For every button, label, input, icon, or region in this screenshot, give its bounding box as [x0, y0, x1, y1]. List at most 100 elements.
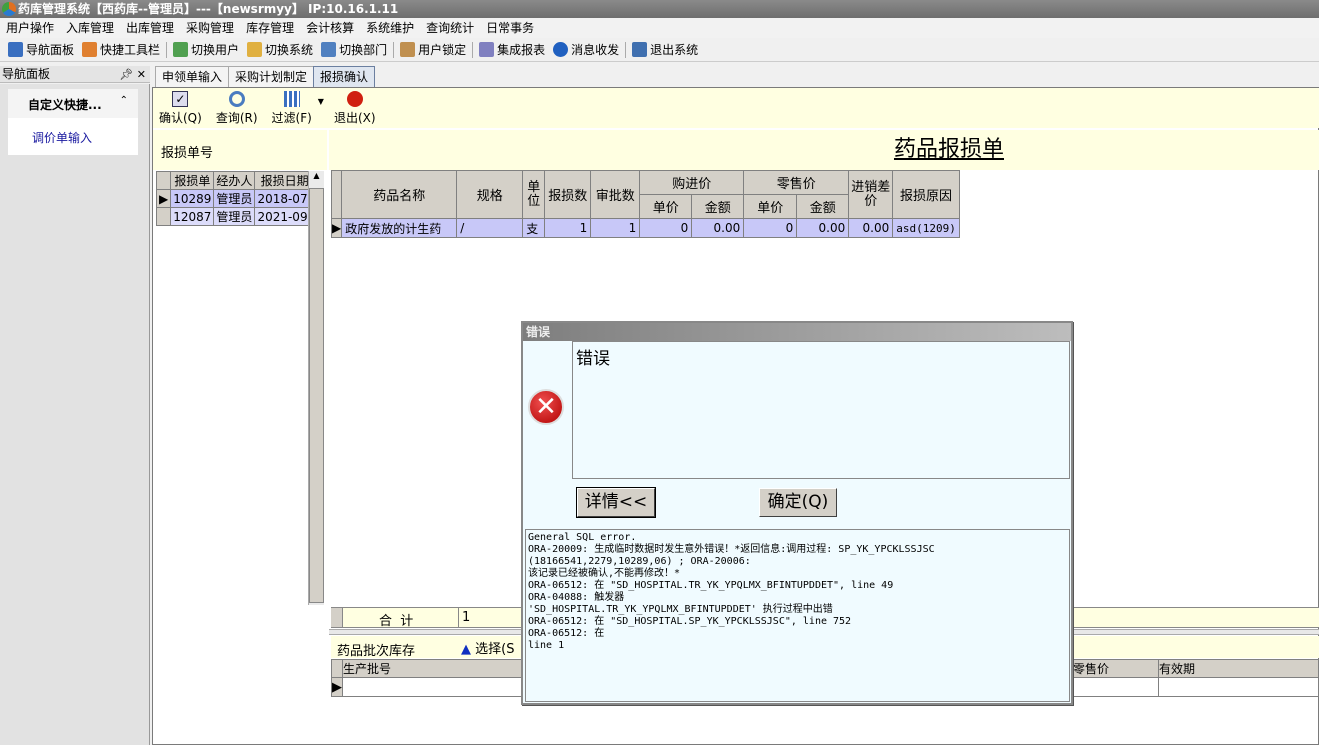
col-unit[interactable]: 单位 — [522, 170, 546, 219]
col-approved-qty[interactable]: 审批数 — [590, 170, 641, 219]
cell[interactable]: asd(1209) — [892, 218, 960, 238]
label: 用户锁定 — [418, 43, 467, 57]
switch-system-icon — [247, 42, 263, 57]
col-purchase-unit[interactable]: 单价 — [639, 194, 693, 219]
title-bar: 药库管理系统【西药库--管理员】---【newsrmyy】 IP:10.16.1… — [0, 0, 1319, 18]
confirm-button[interactable]: ✓ 确认(Q) — [159, 91, 202, 126]
cell[interactable]: 0.00 — [796, 218, 850, 238]
cell[interactable]: 0.00 — [691, 218, 745, 238]
indicator — [330, 170, 343, 219]
col-loss-qty[interactable]: 报损数 — [544, 170, 592, 219]
cell[interactable]: 12087 — [170, 207, 215, 226]
col-drug-name[interactable]: 药品名称 — [341, 170, 458, 219]
col-price-diff[interactable]: 进销差价 — [848, 170, 894, 219]
switch-user-button[interactable]: 切换用户 — [169, 41, 243, 58]
exit-system-button[interactable]: 退出系统 — [628, 41, 702, 58]
col-loss-no[interactable]: 报损单 — [170, 171, 215, 190]
menu-user[interactable]: 用户操作 — [0, 18, 60, 38]
pin-icon[interactable]: 📌︎ — [119, 68, 133, 81]
cell[interactable]: / — [456, 218, 524, 238]
col-retail-amount[interactable]: 金额 — [796, 194, 850, 219]
tab-purchase-plan[interactable]: 采购计划制定 — [228, 66, 315, 87]
checkbox-icon: ✓ — [172, 91, 189, 107]
label: 集成报表 — [497, 43, 546, 57]
vertical-scrollbar[interactable]: ▲ — [308, 171, 324, 605]
indicator — [331, 659, 343, 678]
quick-toolbar-icon — [82, 42, 98, 57]
menu-system[interactable]: 系统维护 — [360, 18, 420, 38]
cell[interactable]: 2021-09- — [254, 207, 315, 226]
table-row[interactable]: ▶ 10289 管理员 2018-07- — [155, 189, 315, 208]
cell[interactable]: 1 — [590, 218, 641, 238]
dropdown-arrow-icon[interactable]: ▼ — [318, 97, 324, 106]
cell[interactable]: 管理员 — [213, 189, 256, 208]
label: 选择(S — [475, 642, 515, 657]
error-details[interactable]: General SQL error. ORA-20009: 生成临时数据时发生意… — [525, 529, 1070, 702]
col-purchase-amount[interactable]: 金额 — [691, 194, 745, 219]
total-label: 合 计 — [379, 614, 414, 629]
nav-panel-icon — [8, 42, 23, 57]
cell[interactable]: 1 — [544, 218, 592, 238]
action-bar: ✓ 确认(Q) 查询(R) 过滤(F) ▼ 退出(X) — [153, 88, 1319, 128]
menu-bar: 用户操作 入库管理 出库管理 采购管理 库存管理 会计核算 系统维护 查询统计 日常事务 — [0, 18, 1319, 38]
switch-system-button[interactable]: 切换系统 — [243, 41, 317, 58]
refresh-icon — [228, 91, 245, 107]
cell[interactable] — [1072, 677, 1159, 697]
cell[interactable]: 政府发放的计生药 — [341, 218, 458, 238]
switch-dept-button[interactable]: 切换部门 — [317, 41, 391, 58]
info-icon — [553, 42, 569, 57]
label: 快捷工具栏 — [100, 43, 161, 57]
scroll-up-icon[interactable]: ▲ — [309, 171, 324, 180]
tab-loss-confirm[interactable]: 报损确认 — [313, 66, 376, 87]
table-row[interactable]: 12087 管理员 2021-09- — [155, 207, 315, 226]
close-icon[interactable]: ✕ — [137, 68, 146, 81]
menu-outbound[interactable]: 出库管理 — [120, 18, 180, 38]
cell[interactable]: 0 — [743, 218, 798, 238]
col-spec[interactable]: 规格 — [456, 170, 524, 219]
col-loss-reason[interactable]: 报损原因 — [892, 170, 960, 219]
menu-query[interactable]: 查询统计 — [420, 18, 480, 38]
cell[interactable] — [1158, 677, 1319, 697]
loss-number-label: 报损单号 — [153, 130, 327, 170]
collapse-icon[interactable]: ⌃ — [120, 95, 128, 106]
nav-panel — [0, 84, 150, 745]
user-lock-button[interactable]: 用户锁定 — [396, 41, 470, 58]
separator — [166, 41, 168, 58]
table-row[interactable]: ▶ 政府发放的计生药 / 支 1 1 0 0.00 0 0.00 0.00 as… — [330, 218, 960, 238]
menu-purchase[interactable]: 采购管理 — [180, 18, 240, 38]
cell[interactable]: 0 — [639, 218, 693, 238]
reports-button[interactable]: 集成报表 — [475, 41, 549, 58]
col-loss-date[interactable]: 报损日期 — [254, 171, 315, 190]
col-retail-unit[interactable]: 单价 — [743, 194, 798, 219]
details-button[interactable]: 详情<< — [576, 487, 656, 518]
nav-group-title[interactable]: 自定义快捷... — [28, 96, 102, 113]
scroll-thumb[interactable] — [309, 188, 324, 603]
cell[interactable]: 支 — [522, 218, 546, 238]
separator — [625, 41, 627, 58]
exit-icon — [632, 42, 648, 57]
menu-inbound[interactable]: 入库管理 — [60, 18, 120, 38]
cell[interactable]: 2018-07- — [254, 189, 315, 208]
filter-button[interactable]: 过滤(F) — [272, 91, 312, 126]
power-icon — [346, 91, 363, 107]
exit-button[interactable]: 退出(X) — [334, 91, 376, 126]
label: 切换部门 — [339, 43, 388, 57]
quick-toolbar-button[interactable]: 快捷工具栏 — [78, 41, 164, 58]
col-expiry[interactable]: 有效期 — [1158, 659, 1319, 678]
nav-panel-button[interactable]: 导航面板 — [4, 41, 78, 58]
menu-daily[interactable]: 日常事务 — [480, 18, 540, 38]
query-button[interactable]: 查询(R) — [216, 91, 258, 126]
select-button[interactable]: ▲ 选择(S — [461, 638, 514, 657]
app-logo-icon — [2, 2, 16, 16]
ok-button[interactable]: 确定(Q) — [759, 488, 837, 517]
cell[interactable]: 管理员 — [213, 207, 256, 226]
col-handler[interactable]: 经办人 — [213, 171, 256, 190]
nav-item-price-adjust[interactable]: 调价单输入 — [8, 118, 138, 155]
messages-button[interactable]: 消息收发 — [549, 41, 623, 58]
cell[interactable]: 10289 — [170, 189, 215, 208]
tab-requisition[interactable]: 申领单输入 — [155, 66, 230, 87]
cell[interactable]: 0.00 — [848, 218, 894, 238]
menu-accounting[interactable]: 会计核算 — [300, 18, 360, 38]
menu-stock[interactable]: 库存管理 — [240, 18, 300, 38]
col-retail-price[interactable]: 零售价 — [1072, 659, 1159, 678]
